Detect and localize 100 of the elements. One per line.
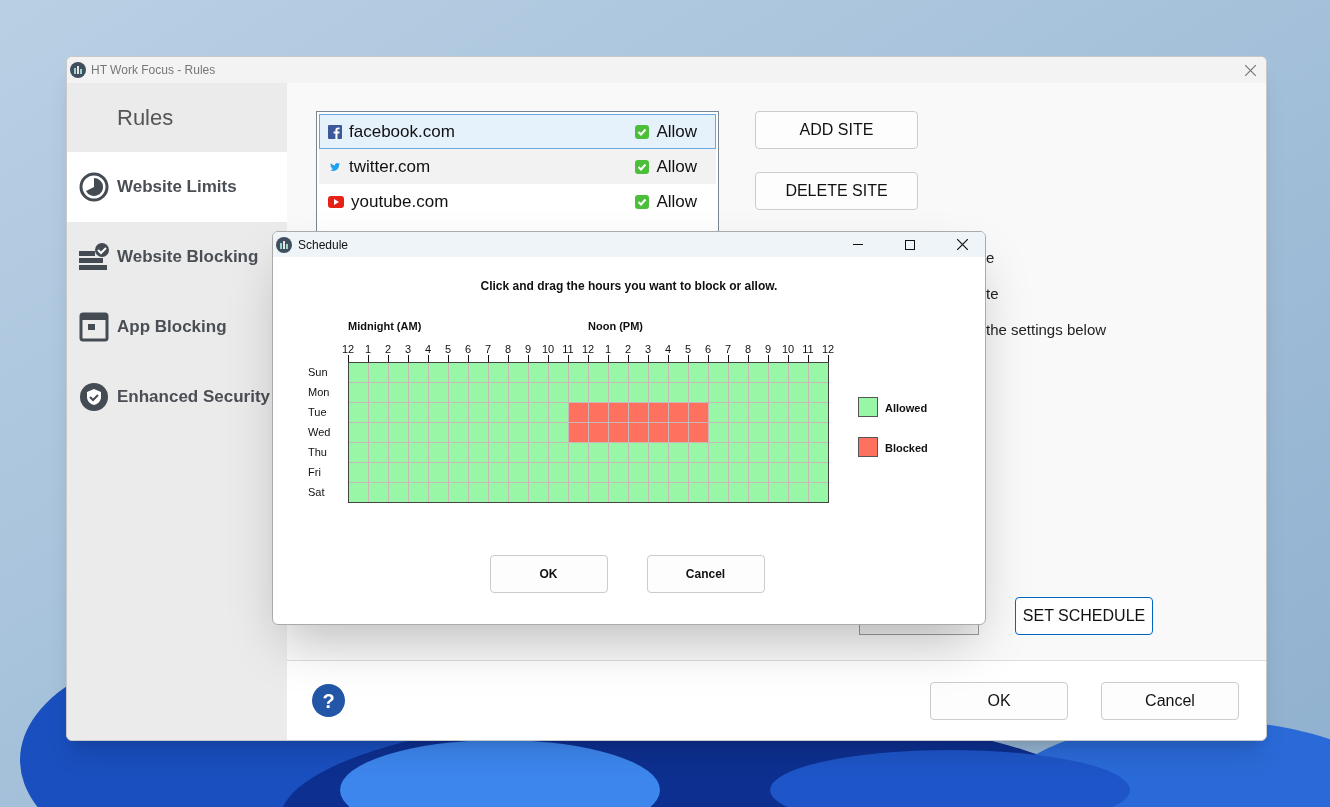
hour-cell[interactable] bbox=[569, 463, 588, 482]
hour-cell[interactable] bbox=[629, 383, 648, 402]
hour-cell[interactable] bbox=[509, 463, 528, 482]
hour-cell[interactable] bbox=[509, 383, 528, 402]
dialog-button[interactable]: Cancel bbox=[646, 555, 765, 593]
hour-cell[interactable] bbox=[809, 423, 828, 442]
hour-cell[interactable] bbox=[749, 483, 768, 502]
hour-cell[interactable] bbox=[809, 403, 828, 422]
hour-cell[interactable] bbox=[789, 363, 808, 382]
hour-cell[interactable] bbox=[669, 483, 688, 502]
hour-cell[interactable] bbox=[669, 463, 688, 482]
hour-cell[interactable] bbox=[709, 423, 728, 442]
hour-cell[interactable] bbox=[769, 403, 788, 422]
hour-cell[interactable] bbox=[409, 423, 428, 442]
schedule-grid[interactable] bbox=[348, 362, 829, 503]
hour-cell[interactable] bbox=[369, 483, 388, 502]
hour-cell[interactable] bbox=[729, 363, 748, 382]
hour-cell[interactable] bbox=[429, 463, 448, 482]
hour-cell[interactable] bbox=[609, 383, 628, 402]
hour-cell[interactable] bbox=[489, 403, 508, 422]
hour-cell[interactable] bbox=[649, 443, 668, 462]
hour-cell[interactable] bbox=[469, 443, 488, 462]
hour-cell[interactable] bbox=[609, 403, 628, 422]
site-action-button[interactable]: DELETE SITE bbox=[755, 172, 918, 210]
hour-cell[interactable] bbox=[409, 383, 428, 402]
hour-cell[interactable] bbox=[509, 443, 528, 462]
hour-cell[interactable] bbox=[709, 363, 728, 382]
hour-cell[interactable] bbox=[349, 423, 368, 442]
hour-cell[interactable] bbox=[549, 363, 568, 382]
hour-cell[interactable] bbox=[529, 483, 548, 502]
hour-cell[interactable] bbox=[689, 423, 708, 442]
hour-cell[interactable] bbox=[749, 363, 768, 382]
hour-cell[interactable] bbox=[689, 363, 708, 382]
hour-cell[interactable] bbox=[489, 443, 508, 462]
hour-cell[interactable] bbox=[749, 443, 768, 462]
hour-cell[interactable] bbox=[429, 483, 448, 502]
hour-cell[interactable] bbox=[769, 483, 788, 502]
help-button[interactable]: ? bbox=[312, 684, 345, 717]
hour-cell[interactable] bbox=[469, 463, 488, 482]
hour-cell[interactable] bbox=[369, 363, 388, 382]
hour-cell[interactable] bbox=[469, 483, 488, 502]
hour-cell[interactable] bbox=[769, 383, 788, 402]
hour-cell[interactable] bbox=[529, 403, 548, 422]
hour-cell[interactable] bbox=[529, 363, 548, 382]
site-action-button[interactable]: ADD SITE bbox=[755, 111, 918, 149]
dialog-button[interactable]: OK bbox=[489, 555, 608, 593]
hour-cell[interactable] bbox=[609, 463, 628, 482]
hour-cell[interactable] bbox=[569, 443, 588, 462]
hour-cell[interactable] bbox=[529, 423, 548, 442]
hour-cell[interactable] bbox=[589, 363, 608, 382]
hour-cell[interactable] bbox=[709, 383, 728, 402]
hour-cell[interactable] bbox=[509, 403, 528, 422]
hour-cell[interactable] bbox=[429, 423, 448, 442]
hour-cell[interactable] bbox=[469, 403, 488, 422]
hour-cell[interactable] bbox=[369, 423, 388, 442]
hour-cell[interactable] bbox=[409, 403, 428, 422]
hour-cell[interactable] bbox=[629, 463, 648, 482]
hour-cell[interactable] bbox=[409, 463, 428, 482]
hour-cell[interactable] bbox=[349, 403, 368, 422]
hour-cell[interactable] bbox=[729, 463, 748, 482]
hour-cell[interactable] bbox=[769, 423, 788, 442]
hour-cell[interactable] bbox=[429, 443, 448, 462]
footer-button[interactable]: OK bbox=[930, 681, 1068, 720]
hour-cell[interactable] bbox=[549, 423, 568, 442]
hour-cell[interactable] bbox=[729, 403, 748, 422]
hour-cell[interactable] bbox=[649, 463, 668, 482]
hour-cell[interactable] bbox=[729, 383, 748, 402]
hour-cell[interactable] bbox=[509, 423, 528, 442]
hour-cell[interactable] bbox=[609, 363, 628, 382]
hour-cell[interactable] bbox=[609, 483, 628, 502]
hour-cell[interactable] bbox=[469, 383, 488, 402]
hour-cell[interactable] bbox=[469, 363, 488, 382]
hour-cell[interactable] bbox=[629, 363, 648, 382]
site-row[interactable]: facebook.com Allow bbox=[319, 114, 716, 149]
hour-cell[interactable] bbox=[369, 443, 388, 462]
hour-cell[interactable] bbox=[529, 383, 548, 402]
hour-cell[interactable] bbox=[689, 463, 708, 482]
hour-cell[interactable] bbox=[569, 403, 588, 422]
hour-cell[interactable] bbox=[429, 383, 448, 402]
hour-cell[interactable] bbox=[809, 463, 828, 482]
hour-cell[interactable] bbox=[389, 463, 408, 482]
hour-cell[interactable] bbox=[569, 383, 588, 402]
hour-cell[interactable] bbox=[749, 463, 768, 482]
hour-cell[interactable] bbox=[549, 483, 568, 502]
hour-cell[interactable] bbox=[789, 423, 808, 442]
hour-cell[interactable] bbox=[489, 383, 508, 402]
hour-cell[interactable] bbox=[589, 443, 608, 462]
hour-cell[interactable] bbox=[389, 403, 408, 422]
hour-cell[interactable] bbox=[529, 443, 548, 462]
hour-cell[interactable] bbox=[629, 403, 648, 422]
hour-cell[interactable] bbox=[729, 443, 748, 462]
hour-cell[interactable] bbox=[569, 423, 588, 442]
hour-cell[interactable] bbox=[369, 463, 388, 482]
hour-cell[interactable] bbox=[769, 363, 788, 382]
hour-cell[interactable] bbox=[529, 463, 548, 482]
hour-cell[interactable] bbox=[349, 443, 368, 462]
hour-cell[interactable] bbox=[589, 383, 608, 402]
hour-cell[interactable] bbox=[509, 363, 528, 382]
hour-cell[interactable] bbox=[709, 463, 728, 482]
hour-cell[interactable] bbox=[589, 403, 608, 422]
